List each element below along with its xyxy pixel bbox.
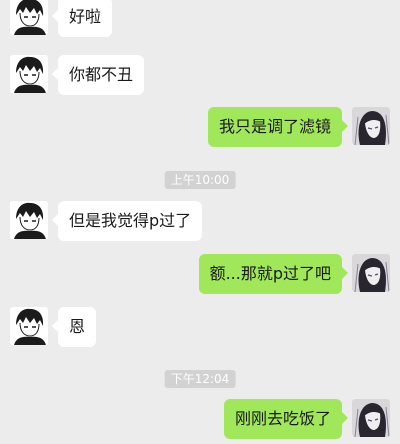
message-bubble[interactable]: 刚刚去吃饭了: [223, 399, 349, 439]
message-row: 我只是调了滤镜: [198, 107, 390, 147]
my-avatar[interactable]: [352, 399, 390, 437]
boy-avatar-icon: [10, 201, 48, 239]
timestamp-label: 下午12:04: [164, 370, 236, 388]
my-avatar[interactable]: [352, 107, 390, 145]
chat-message-list[interactable]: 好啦 你都不丑 我只是调了滤镜 上午10:00 但是我觉得p过了 额...那就p…: [0, 0, 400, 444]
message-row: 你都不丑: [10, 55, 154, 95]
message-bubble[interactable]: 你都不丑: [51, 55, 145, 95]
contact-avatar[interactable]: [10, 0, 48, 35]
contact-avatar[interactable]: [10, 307, 48, 345]
message-row: 额...那就p过了吧: [189, 254, 390, 294]
message-bubble[interactable]: 好啦: [51, 0, 113, 37]
message-row: 刚刚去吃饭了: [214, 399, 390, 439]
message-row: 恩: [10, 307, 106, 347]
my-avatar[interactable]: [352, 254, 390, 292]
contact-avatar[interactable]: [10, 201, 48, 239]
timestamp-label: 上午10:00: [164, 171, 236, 189]
message-bubble[interactable]: 恩: [51, 307, 97, 347]
anime-girl-avatar-icon: [352, 399, 390, 437]
message-bubble[interactable]: 但是我觉得p过了: [51, 201, 203, 241]
contact-avatar[interactable]: [10, 55, 48, 93]
boy-avatar-icon: [10, 307, 48, 345]
message-bubble[interactable]: 我只是调了滤镜: [207, 107, 349, 147]
message-row: 好啦: [10, 0, 122, 37]
message-row: 但是我觉得p过了: [10, 201, 212, 241]
anime-girl-avatar-icon: [352, 254, 390, 292]
anime-girl-avatar-icon: [352, 107, 390, 145]
boy-avatar-icon: [10, 55, 48, 93]
boy-avatar-icon: [10, 0, 48, 35]
message-bubble[interactable]: 额...那就p过了吧: [198, 254, 349, 294]
